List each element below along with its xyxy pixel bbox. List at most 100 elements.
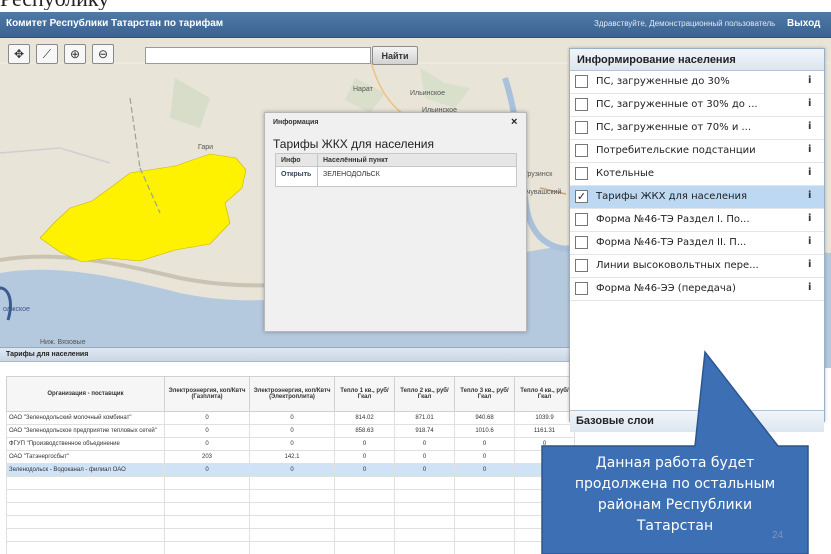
layer-label: Котельные <box>596 168 655 179</box>
layer-item[interactable]: ПС, загруженные до 30% i <box>570 71 824 94</box>
map-label-gari: Гари <box>198 144 214 151</box>
value-cell: 0 <box>249 411 335 425</box>
value-cell: 0 <box>334 437 395 451</box>
layer-item[interactable]: Форма №46-ТЭ Раздел I. По... i <box>570 209 824 232</box>
info-icon[interactable]: i <box>808 213 811 224</box>
layer-checkbox[interactable] <box>575 282 588 295</box>
info-icon[interactable]: i <box>808 98 811 109</box>
zoom-out-icon: ⊖ <box>97 47 109 61</box>
map-label-gruzinsk: Грузинск <box>524 171 553 178</box>
layer-item[interactable]: ПС, загруженные от 70% и ... i <box>570 117 824 140</box>
table-row[interactable]: ФГУП "Производственное объединение 0 0 0 0 0 0 <box>6 437 575 451</box>
popup-close-icon[interactable]: × <box>511 116 517 128</box>
value-cell: 0 <box>334 450 395 464</box>
layer-checkbox[interactable] <box>575 121 588 134</box>
layer-checkbox[interactable] <box>575 144 588 157</box>
layer-checkbox[interactable] <box>575 75 588 88</box>
empty-cell <box>454 528 515 542</box>
map-search-button[interactable]: Найти <box>372 46 418 65</box>
layer-checkbox[interactable] <box>575 236 588 249</box>
empty-cell <box>394 541 455 554</box>
map-label-niz-vyazovye: Ниж. Вязовые <box>40 339 86 346</box>
column-header-heat-q1[interactable]: Тепло 1 кв., руб/Гкал <box>334 376 395 412</box>
zoom-out-tool-button[interactable]: ⊖ <box>92 44 114 64</box>
ruler-icon: ⟋ <box>42 46 52 61</box>
value-cell: 0 <box>164 411 250 425</box>
layer-item[interactable]: Форма №46-ЭЭ (передача) i <box>570 278 824 301</box>
measure-tool-button[interactable]: ⟋ <box>36 44 58 64</box>
empty-cell <box>6 528 165 542</box>
layers-panel: Информирование населения ПС, загруженные… <box>569 48 825 432</box>
layer-item[interactable]: Линии высоковольтных пере... i <box>570 255 824 278</box>
empty-cell <box>249 515 335 529</box>
value-cell: 1039.9 <box>514 411 575 425</box>
column-header-heat-q2[interactable]: Тепло 2 кв., руб/Гкал <box>394 376 455 412</box>
popup-table: Инфо Населённый пункт Открыть ЗЕЛЕНОДОЛЬ… <box>275 153 517 187</box>
zoom-in-tool-button[interactable]: ⊕ <box>64 44 86 64</box>
layer-item[interactable]: Котельные i <box>570 163 824 186</box>
layer-item[interactable]: Форма №46-ТЭ Раздел II. П... i <box>570 232 824 255</box>
info-icon[interactable]: i <box>808 121 811 132</box>
base-layers-header[interactable]: Базовые слои <box>570 410 824 432</box>
layer-item[interactable]: ✓ Тарифы ЖКХ для населения i <box>570 186 824 209</box>
layer-checkbox[interactable] <box>575 98 588 111</box>
info-icon[interactable]: i <box>808 167 811 178</box>
empty-cell <box>334 489 395 503</box>
column-header-heat-q3[interactable]: Тепло 3 кв., руб/Гкал <box>454 376 515 412</box>
info-icon[interactable]: i <box>808 190 811 201</box>
value-cell: 0 <box>454 450 515 464</box>
value-cell: 858.63 <box>334 424 395 438</box>
info-icon[interactable]: i <box>808 259 811 270</box>
layer-item[interactable]: Потребительские подстанции i <box>570 140 824 163</box>
value-cell: 0 <box>164 437 250 451</box>
pan-tool-button[interactable]: ✥ <box>8 44 30 64</box>
value-cell: 814.02 <box>334 411 395 425</box>
map-label-narat: Нарат <box>353 86 373 93</box>
table-row[interactable]: ОАО "Зеленодольский молочный комбинат" 0 0… <box>6 411 575 425</box>
value-cell: 0 <box>249 424 335 438</box>
layer-checkbox[interactable] <box>575 259 588 272</box>
info-icon[interactable]: i <box>808 282 811 293</box>
popup-open-link[interactable]: Открыть <box>275 166 318 187</box>
empty-cell <box>164 476 250 490</box>
empty-row <box>6 489 575 503</box>
map-search-input[interactable] <box>145 47 371 64</box>
layer-checkbox[interactable] <box>575 167 588 180</box>
empty-cell <box>514 541 575 554</box>
layers-panel-title: Информирование населения <box>570 49 824 71</box>
slide-number: 24 <box>772 530 784 541</box>
map-label-ilinskoe: Ильинское <box>410 90 445 97</box>
info-icon[interactable]: i <box>808 75 811 86</box>
value-cell: 142.1 <box>249 450 335 464</box>
empty-cell <box>394 515 455 529</box>
table-row[interactable]: Зеленодольск - Водоканал - филиал ОАО 0 0 0… <box>6 463 575 477</box>
layer-label: Тарифы ЖКХ для населения <box>596 191 748 202</box>
column-header-electro-plate[interactable]: Электроэнергия, коп/Квтч (Электроплита) <box>249 376 335 412</box>
layer-label: Линии высоковольтных пере... <box>596 260 759 271</box>
app-title: Комитет Республики Татарстан по тарифам <box>6 18 224 29</box>
info-icon[interactable]: i <box>808 236 811 247</box>
org-cell: ОАО "Татэнергосбыт" <box>6 450 165 464</box>
value-cell: 0 <box>394 463 455 477</box>
layer-item[interactable]: ПС, загруженные от 30% до ... i <box>570 94 824 117</box>
empty-cell <box>394 489 455 503</box>
layer-label: ПС, загруженные от 30% до ... <box>596 99 758 110</box>
value-cell: 1161.31 <box>514 424 575 438</box>
layer-checkbox[interactable]: ✓ <box>575 190 588 203</box>
callout-line: продолжена по остальным <box>574 476 776 492</box>
map-label-kuvashsky: очувашский <box>523 189 562 196</box>
empty-row <box>6 541 575 554</box>
empty-cell <box>334 528 395 542</box>
callout-line: Данная работа будет <box>595 455 755 471</box>
column-header-heat-q4[interactable]: Тепло 4 кв., руб/Гкал <box>514 376 575 412</box>
logout-link[interactable]: Выход <box>787 18 820 29</box>
column-header-electro-gas[interactable]: Электроэнергия, коп/Квтч (Газплита) <box>164 376 250 412</box>
value-cell: 0 <box>164 424 250 438</box>
info-icon[interactable]: i <box>808 144 811 155</box>
popup-place-cell: ЗЕЛЕНОДОЛЬСК <box>317 166 517 187</box>
value-cell: 0 <box>394 450 455 464</box>
column-header-org[interactable]: Организация - поставщик <box>6 376 165 412</box>
table-row[interactable]: ОАО "Зеленодольское предприятие тепловых… <box>6 424 575 438</box>
layer-checkbox[interactable] <box>575 213 588 226</box>
table-row[interactable]: ОАО "Татэнергосбыт" 203 142.1 0 0 0 0 <box>6 450 575 464</box>
